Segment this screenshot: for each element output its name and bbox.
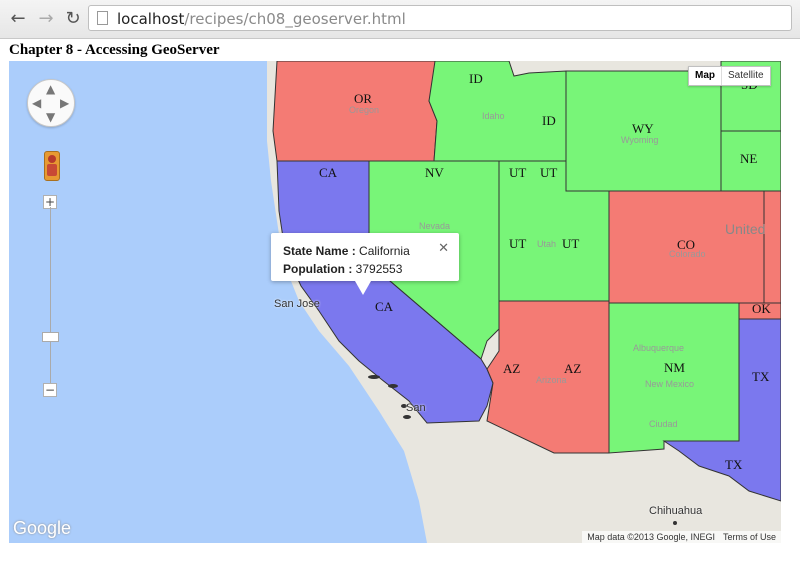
label-az-2: AZ [564, 361, 581, 376]
label-wy: WY [632, 121, 654, 136]
label-id-1: ID [469, 71, 483, 86]
label-ok: OK [752, 301, 771, 316]
city-dot-chihuahua [673, 521, 677, 525]
island-2 [388, 384, 398, 388]
label-or: OR [354, 91, 372, 106]
zoom-slider-track[interactable] [50, 207, 51, 393]
map-type-satellite-button[interactable]: Satellite [722, 67, 770, 85]
attribution-text: Map data ©2013 Google, INEGI [587, 532, 715, 542]
map-canvas[interactable]: OR ID ID WY SD NE CA NV UT UT UT UT CO C… [9, 61, 781, 543]
island-1 [368, 375, 380, 379]
forward-arrow-icon[interactable]: → [34, 7, 58, 31]
url-path: /recipes/ch08_geoserver.html [184, 10, 406, 28]
terms-of-use-link[interactable]: Terms of Use [723, 532, 776, 542]
popup-state-value: California [359, 244, 410, 258]
city-chihuahua: Chihuahua [649, 505, 703, 517]
pan-down-icon[interactable]: ▼ [46, 110, 55, 124]
label-ca-2: CA [375, 299, 394, 314]
label-ut-4: UT [562, 236, 579, 251]
page-icon [97, 11, 108, 25]
basemap-idaho: Idaho [482, 111, 505, 121]
basemap-ciudad: Ciudad [649, 419, 678, 429]
basemap-arizona: Arizona [536, 375, 567, 385]
basemap-albuquerque: Albuquerque [633, 343, 684, 353]
zoom-out-button[interactable]: − [43, 383, 57, 397]
popup-population-label: Population [283, 262, 345, 276]
popup-tail [355, 281, 371, 295]
city-united: United [725, 221, 766, 237]
basemap-oregon: Oregon [349, 105, 379, 115]
label-ca-1: CA [319, 165, 338, 180]
popup-separator-1: : [348, 244, 360, 258]
pan-left-icon[interactable]: ◀ [32, 96, 41, 110]
basemap-nevada: Nevada [419, 221, 450, 231]
label-nm: NM [664, 360, 685, 375]
label-id-2: ID [542, 113, 556, 128]
popup-separator-2: : [345, 262, 356, 276]
google-logo[interactable]: Google [13, 518, 71, 539]
pan-up-icon[interactable]: ▲ [46, 82, 55, 96]
basemap-new-mexico: New Mexico [645, 379, 694, 389]
reload-icon[interactable]: ↻ [61, 7, 85, 31]
pan-right-icon[interactable]: ▶ [60, 96, 69, 110]
popup-state-label: State Name [283, 244, 349, 258]
map-type-map-button[interactable]: Map [689, 67, 722, 85]
map-layer: OR ID ID WY SD NE CA NV UT UT UT UT CO C… [267, 61, 781, 543]
url-text: localhost/recipes/ch08_geoserver.html [117, 10, 406, 28]
state-new-mexico [608, 302, 740, 454]
info-window: State Name : California Population : 379… [271, 233, 459, 295]
label-ut-1: UT [509, 165, 526, 180]
label-tx-1: TX [752, 369, 770, 384]
address-bar[interactable]: localhost/recipes/ch08_geoserver.html [88, 5, 792, 31]
page-title: Chapter 8 - Accessing GeoServer [9, 42, 220, 58]
island-4 [403, 415, 411, 419]
basemap-utah: Utah [537, 239, 556, 249]
basemap-colorado: Colorado [669, 249, 706, 259]
basemap-wyoming: Wyoming [621, 135, 658, 145]
popup-population-value: 3792553 [355, 262, 403, 276]
browser-toolbar: ← → ↻ localhost/recipes/ch08_geoserver.h… [0, 0, 800, 39]
label-ne: NE [740, 151, 757, 166]
city-san-jose: San Jose [274, 298, 320, 310]
label-ut-3: UT [509, 236, 526, 251]
popup-population-row: Population : 3792553 [283, 262, 402, 276]
zoom-slider-thumb[interactable] [42, 332, 59, 342]
map-attribution: Map data ©2013 Google, INEGI Terms of Use [582, 531, 781, 543]
label-ut-2: UT [540, 165, 557, 180]
popup-state-row: State Name : California [283, 244, 410, 258]
close-icon[interactable]: ✕ [438, 241, 449, 256]
label-tx-2: TX [725, 457, 743, 472]
pan-control[interactable]: ▲ ◀ ▶ ▼ [27, 79, 75, 127]
url-host: localhost [117, 10, 185, 28]
pegman-icon[interactable] [44, 151, 60, 181]
back-arrow-icon[interactable]: ← [6, 7, 30, 31]
state-kansas-edge [763, 190, 781, 304]
city-san: San [406, 402, 426, 414]
label-az-1: AZ [503, 361, 520, 376]
map-type-control: Map Satellite [688, 66, 771, 86]
label-nv: NV [425, 165, 444, 180]
